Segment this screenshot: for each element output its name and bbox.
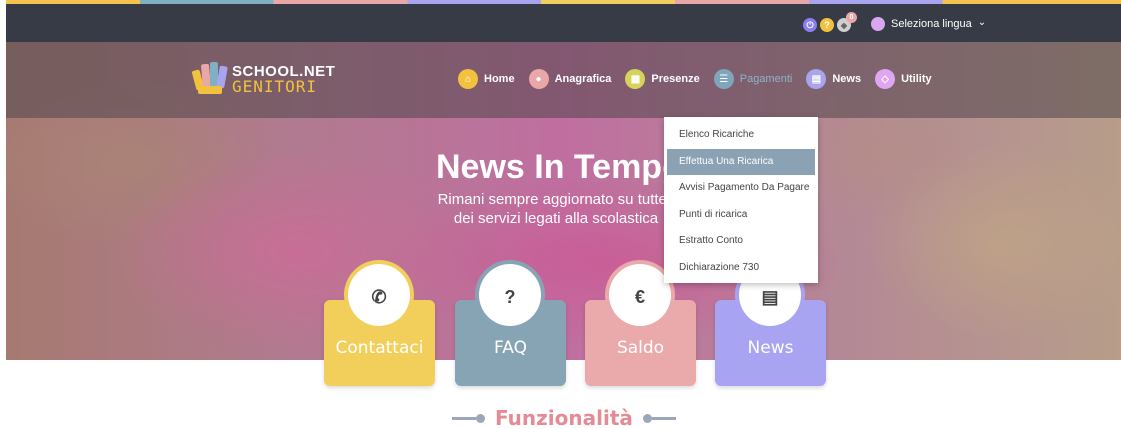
question-icon: ? — [479, 264, 541, 326]
dropdown-item[interactable]: Avvisi Pagamento Da Pagare — [667, 175, 815, 202]
home-icon: ⌂ — [458, 69, 478, 89]
chevron-down-icon: ⌄ — [977, 16, 987, 28]
hand-logo-icon — [191, 62, 228, 96]
language-selector[interactable]: Seleziona lingua ⌄ — [871, 17, 986, 31]
card-label: Saldo — [616, 338, 665, 358]
nav-item-label: Utility — [901, 73, 932, 85]
calendar-icon: ▦ — [625, 69, 646, 89]
help-icon[interactable]: ? — [820, 18, 834, 32]
section-heading: Funzionalità — [452, 406, 676, 429]
bell-icon[interactable]: ◆ 0 — [837, 12, 857, 32]
nav-item-anagrafica[interactable]: ● Anagrafica — [528, 69, 612, 89]
dropdown-item[interactable]: Punti di ricarica — [667, 202, 815, 229]
dropdown-item[interactable]: Estratto Conto — [667, 228, 815, 255]
card-label: News — [747, 338, 794, 358]
dropdown-item[interactable]: Dichiarazione 730 — [667, 255, 815, 282]
card-contattaci[interactable]: ✆ Contattaci — [324, 260, 435, 386]
hero-subtitle: Rimani sempre aggiornato su tutte l dei … — [436, 190, 676, 228]
dropdown-item[interactable]: Effettua Una Ricarica — [667, 148, 815, 176]
nav-item-label: Pagamenti — [739, 73, 793, 85]
main-nav: ⌂ Home ● Anagrafica ▦ Presenze ☰ Pagamenti ▤ News… — [458, 69, 932, 89]
card-label: FAQ — [494, 338, 527, 358]
nav-item-label: Home — [484, 73, 515, 85]
hero-subtitle-line1: Rimani sempre aggiornato su tutte l — [437, 191, 675, 208]
nav-item-pagamenti[interactable]: ☰ Pagamenti — [713, 69, 793, 89]
euro-icon: € — [609, 264, 671, 326]
card-saldo[interactable]: € Saldo — [585, 260, 696, 386]
top-bar: ⏻ ? ◆ 0 Seleziona lingua ⌄ — [6, 4, 1121, 42]
nav-item-home[interactable]: ⌂ Home — [458, 69, 515, 89]
newspaper-icon: ▤ — [806, 69, 827, 89]
card-faq[interactable]: ? FAQ — [455, 260, 566, 386]
nav-item-utility[interactable]: ◇ Utility — [875, 69, 932, 89]
nav-item-label: News — [832, 73, 862, 85]
nav-item-presenze[interactable]: ▦ Presenze — [625, 69, 700, 89]
top-icon-group: ⏻ ? ◆ 0 — [803, 12, 857, 32]
list-icon: ☰ — [713, 69, 734, 89]
nav-item-label: Anagrafica — [554, 73, 612, 85]
nav-item-news[interactable]: ▤ News — [806, 69, 861, 89]
nav-item-label: Presenze — [651, 73, 700, 85]
brand-logo[interactable]: SCHOOL.NET GENITORI — [191, 62, 335, 96]
language-label: Seleziona lingua — [891, 18, 972, 30]
power-icon[interactable]: ⏻ — [803, 18, 817, 32]
notification-badge: 0 — [846, 12, 857, 23]
card-label: Contattaci — [335, 338, 424, 358]
hero-subtitle-line2: dei servizi legati alla scolastica — [453, 210, 659, 227]
section-title: Funzionalità — [495, 406, 633, 429]
code-icon: ◇ — [875, 69, 896, 89]
bell-glyph: ◆ — [840, 20, 848, 30]
brand-subtitle: GENITORI — [232, 76, 318, 96]
heading-decoration-left — [452, 413, 485, 423]
card-news[interactable]: ▤ News — [715, 260, 826, 386]
globe-icon — [871, 17, 885, 31]
payments-dropdown-menu: Elenco Ricariche Effettua Una Ricarica Avv… — [664, 117, 818, 283]
phone-icon: ✆ — [348, 264, 410, 326]
user-icon: ● — [528, 69, 549, 89]
heading-decoration-right — [642, 413, 676, 423]
dropdown-item[interactable]: Elenco Ricariche — [667, 122, 815, 149]
